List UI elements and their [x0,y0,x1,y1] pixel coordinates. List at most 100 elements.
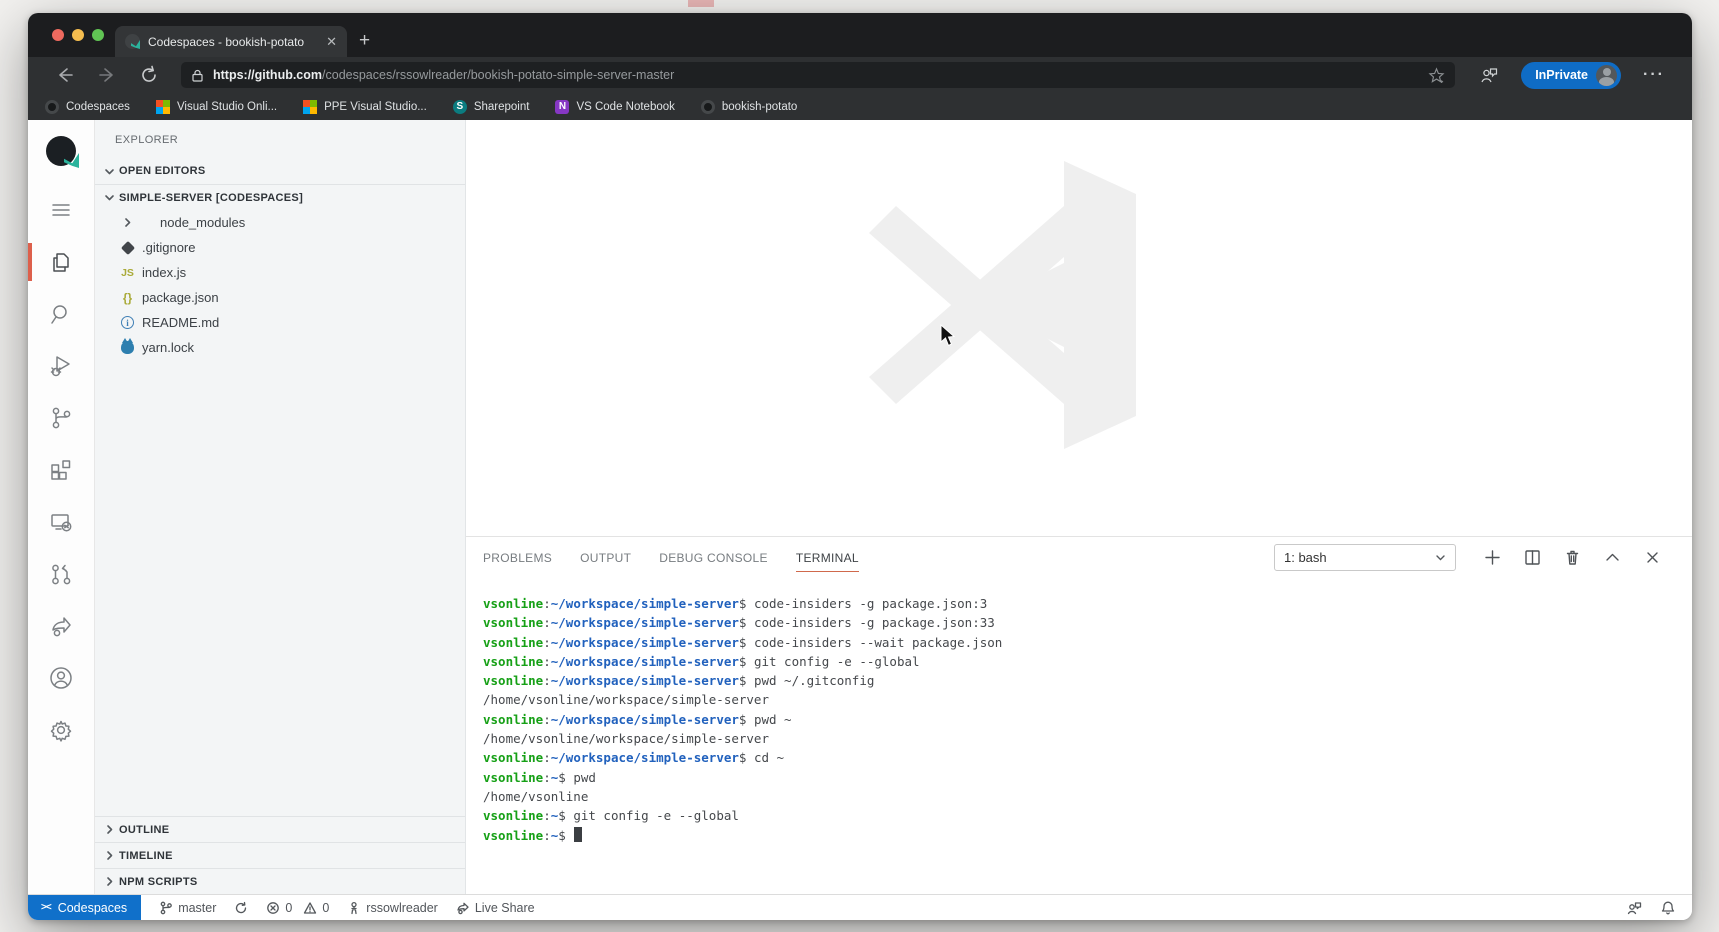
reload-button[interactable] [139,65,159,85]
person-icon [347,901,361,915]
pull-request-icon[interactable] [28,548,95,600]
account-name: rssowlreader [366,901,438,915]
panel-tab[interactable]: DEBUG CONSOLE [659,545,768,571]
bottom-panel: PROBLEMS OUTPUT DEBUG CONSOLE TERMINAL 1: b… [466,536,1692,894]
split-terminal-icon[interactable] [1523,548,1542,567]
star-add-favorite-icon[interactable] [1428,67,1445,84]
chevron-down-icon [101,190,117,206]
live-share-button[interactable]: Live Share [456,901,535,915]
branch-indicator[interactable]: master [159,901,216,915]
account-indicator[interactable]: rssowlreader [347,901,438,915]
collapsed-section[interactable]: TIMELINE [95,842,465,868]
account-icon[interactable] [28,652,95,704]
browser-tab[interactable]: Codespaces - bookish-potato ✕ [115,26,347,57]
panel-header: PROBLEMS OUTPUT DEBUG CONSOLE TERMINAL 1: b… [466,537,1692,579]
bookmark-item[interactable]: PPE Visual Studio... [303,100,427,114]
zoom-window-button[interactable] [92,29,104,41]
tab-close-icon[interactable]: ✕ [324,34,339,50]
close-panel-icon[interactable] [1643,548,1662,567]
panel-tab[interactable]: OUTPUT [580,545,631,571]
menu-icon[interactable] [28,184,95,236]
search-icon[interactable] [28,288,95,340]
bookmark-label: Sharepoint [474,101,530,113]
address-bar[interactable]: https://github.com/codespaces/rssowlread… [181,62,1455,88]
branch-name: master [178,901,216,915]
bookmarks-bar: Codespaces Visual Studio Onli... PPE Vis… [28,93,1692,120]
minimize-window-button[interactable] [72,29,84,41]
bookmark-item[interactable]: S Sharepoint [453,100,530,114]
terminal-output[interactable]: vsonline:~/workspace/simple-server$ code… [466,579,1692,894]
file-name: node_modules [160,215,245,230]
url-host: https://github.com [213,68,322,82]
feedback-icon[interactable] [1626,900,1642,916]
panel-tabs: PROBLEMS OUTPUT DEBUG CONSOLE TERMINAL [483,545,887,571]
new-tab-button[interactable]: + [359,30,370,52]
close-window-button[interactable] [52,29,64,41]
debug-icon[interactable] [28,340,95,392]
explorer-title: EXPLORER [95,120,465,158]
bookmark-item[interactable]: N VS Code Notebook [555,100,674,114]
warning-count: 0 [322,901,329,915]
file-type-icon: JS{}i [119,265,136,281]
bell-icon[interactable] [1660,900,1676,916]
bookmark-item[interactable]: Codespaces [45,100,130,114]
settings-gear-icon[interactable] [28,704,95,756]
profile-avatar [1596,65,1617,86]
chevron-right-icon [101,848,117,864]
bookmark-item[interactable]: Visual Studio Onli... [156,100,277,114]
source-control-icon[interactable] [28,392,95,444]
new-terminal-icon[interactable] [1483,548,1502,567]
remote-icon: >< [41,902,51,913]
open-editors-section[interactable]: OPEN EDITORS [95,158,465,184]
inprivate-badge[interactable]: InPrivate [1521,62,1621,89]
browser-window: Codespaces - bookish-potato ✕ + https://… [28,13,1692,920]
branch-icon [159,901,173,915]
warning-icon [303,901,317,915]
chevron-right-icon [101,822,117,838]
bookmark-item[interactable]: bookish-potato [701,100,797,114]
chevron-down-icon [1435,552,1446,563]
bookmark-favicon-icon [45,100,59,114]
kill-terminal-icon[interactable] [1563,548,1582,567]
panel-tab[interactable]: PROBLEMS [483,545,552,571]
terminal-line: /home/vsonline/workspace/simple-server [483,729,1692,748]
file-row[interactable]: JS{}i package.json [95,285,465,310]
vscode-workbench: EXPLORER OPEN EDITORS SIMPLE-SERVER [COD… [28,120,1692,894]
browser-titlebar: Codespaces - bookish-potato ✕ + [28,13,1692,57]
chevron-right-icon [119,215,135,231]
maximize-panel-icon[interactable] [1603,548,1622,567]
explorer-icon[interactable] [28,236,95,288]
file-row[interactable]: JS{}i README.md [95,310,465,335]
url-text: https://github.com/codespaces/rssowlread… [213,68,1420,82]
terminal-line: vsonline:~/workspace/simple-server$ code… [483,613,1692,632]
terminal-shell-select[interactable]: 1: bash [1274,544,1456,571]
github-codespaces-logo [46,136,76,166]
live-share-icon[interactable] [28,600,95,652]
macos-traffic-lights [52,29,104,41]
sidebar-spacer [95,364,465,816]
file-row[interactable]: JS{}i node_modules [95,210,465,235]
forward-button[interactable] [97,65,117,85]
terminal-line: vsonline:~/workspace/simple-server$ cd ~ [483,748,1692,767]
problems-indicator[interactable]: 0 0 [266,901,329,915]
settings-more-icon[interactable]: ··· [1643,66,1665,84]
workspace-section[interactable]: SIMPLE-SERVER [CODESPACES] [95,184,465,210]
file-row[interactable]: JS{}i index.js [95,260,465,285]
share-icon [456,901,470,915]
error-count: 0 [285,901,292,915]
panel-actions: 1: bash [1274,544,1662,571]
collapsed-section[interactable]: OUTLINE [95,816,465,842]
tab-title: Codespaces - bookish-potato [148,35,324,49]
panel-tab[interactable]: TERMINAL [796,545,859,571]
remote-explorer-icon[interactable] [28,496,95,548]
empty-editor [466,120,1692,536]
send-feedback-icon[interactable] [1479,65,1499,85]
file-row[interactable]: JS{}i .gitignore [95,235,465,260]
back-button[interactable] [55,65,75,85]
remote-codespaces-badge[interactable]: >< Codespaces [28,895,141,920]
sync-button[interactable] [234,901,248,915]
collapsed-section[interactable]: NPM SCRIPTS [95,868,465,894]
extensions-icon[interactable] [28,444,95,496]
file-row[interactable]: JS{}i yarn.lock [95,335,465,360]
sidebar-bottom-sections: OUTLINE TIMELINE NPM SCRIPTS [95,816,465,894]
